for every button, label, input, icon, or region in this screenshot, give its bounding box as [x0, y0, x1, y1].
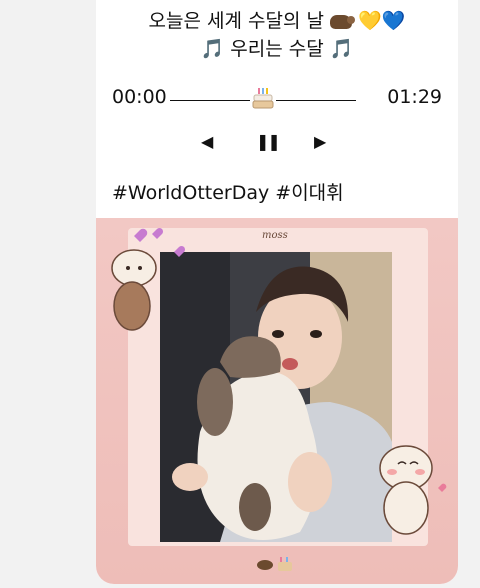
post-line-1-text: 오늘은 세계 수달의 날 [148, 10, 324, 32]
progress-track-right [276, 100, 356, 101]
yellow-heart-icon: 💛 [358, 10, 382, 32]
tweet-card: 오늘은 세계 수달의 날 💛💙 🎵 우리는 수달 🎵 00:00 01:29 ◀… [96, 0, 458, 584]
birthday-cake-icon [252, 88, 274, 109]
post-line-1: 오늘은 세계 수달의 날 💛💙 [96, 6, 458, 33]
next-icon[interactable]: ▶ [314, 132, 326, 151]
time-end: 01:29 [387, 86, 442, 108]
playback-controls: ◀ ❚❚ ▶ [96, 132, 458, 154]
otter-sticker-top-left [111, 227, 186, 331]
music-note-icon: 🎵 [200, 38, 225, 60]
pause-icon[interactable]: ❚❚ [256, 132, 281, 151]
progress-track-left [170, 100, 250, 101]
post-media[interactable]: moss [96, 218, 458, 584]
time-start: 00:00 [112, 86, 167, 108]
hashtags[interactable]: #WorldOtterDay #이대휘 [112, 178, 344, 205]
post-line-2: 🎵 우리는 수달 🎵 [96, 34, 458, 61]
post-line-2-text: 우리는 수달 [230, 38, 324, 60]
sticker-label: moss [262, 230, 288, 241]
blue-heart-icon: 💙 [381, 10, 406, 32]
otter-sticker-bottom-right [379, 445, 447, 535]
otter-and-cake-emoji [257, 557, 292, 571]
otter-emoji-icon [330, 14, 356, 29]
fake-audio-player: 00:00 01:29 [112, 84, 442, 114]
music-note-icon: 🎵 [329, 38, 354, 60]
previous-icon[interactable]: ◀ [201, 132, 213, 151]
photo-person-with-otter-plush [160, 252, 392, 542]
